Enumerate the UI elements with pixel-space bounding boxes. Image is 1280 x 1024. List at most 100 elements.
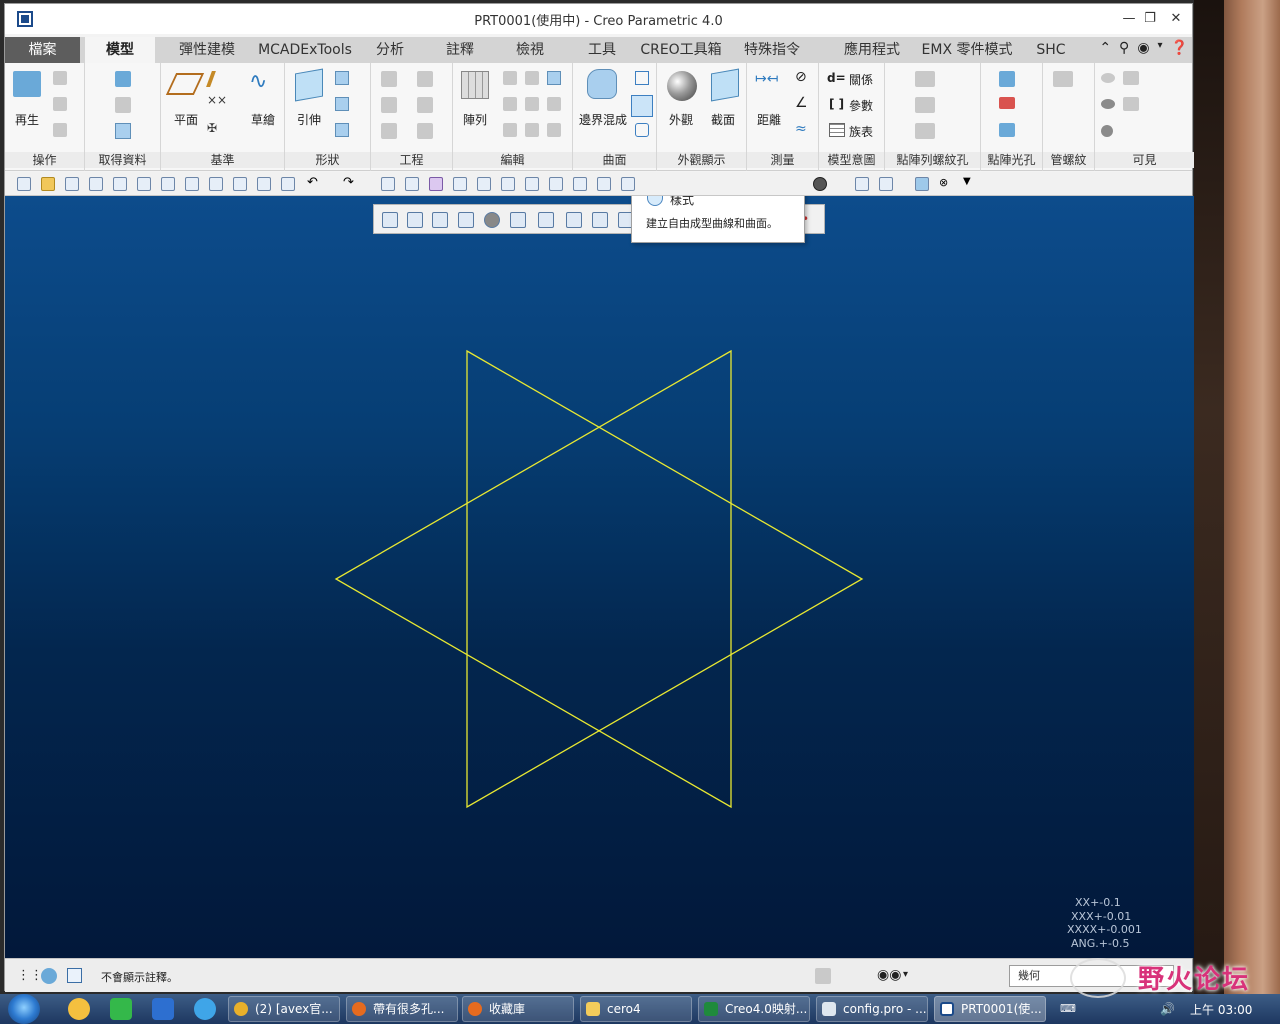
group-label-get-data[interactable]: 取得資料: [85, 152, 160, 168]
plane-button[interactable]: 平面: [174, 111, 198, 128]
close-button[interactable]: ✕: [1163, 8, 1189, 30]
axis-icon[interactable]: [206, 71, 216, 87]
group-label-measure[interactable]: 測量: [747, 152, 818, 168]
extrude-button[interactable]: 引伸: [297, 111, 321, 128]
group-label-surfaces[interactable]: 曲面: [573, 152, 656, 168]
tab-analysis[interactable]: 分析: [360, 37, 420, 63]
unhide-icon[interactable]: [1123, 97, 1139, 111]
group-label-pipe-thread[interactable]: 管螺紋: [1043, 152, 1094, 168]
extend-icon[interactable]: [503, 97, 517, 111]
print-icon[interactable]: [209, 177, 223, 191]
save-icon[interactable]: [65, 177, 79, 191]
regenerate-icon[interactable]: [13, 71, 41, 97]
chevron-down-icon[interactable]: ▾: [1158, 40, 1163, 60]
pinned-ie-icon[interactable]: [194, 998, 216, 1020]
freestyle-icon[interactable]: [635, 123, 649, 137]
window-icon[interactable]: [281, 177, 295, 191]
graph-quick-icon[interactable]: [597, 177, 611, 191]
tab-model[interactable]: 模型: [85, 37, 155, 63]
task-chrome[interactable]: (2) [avex官...: [228, 996, 340, 1022]
task-excel[interactable]: Creo4.0映射...: [698, 996, 810, 1022]
tab-tools[interactable]: 工具: [572, 37, 632, 63]
show-icon[interactable]: [1101, 73, 1115, 83]
relations-icon[interactable]: d=: [827, 71, 846, 85]
sketch-icon[interactable]: ∿: [249, 69, 267, 94]
close-window-quick-icon[interactable]: ⊗: [939, 176, 953, 190]
network-quick-icon[interactable]: [915, 177, 929, 191]
group-label-appearance[interactable]: 外觀顯示: [657, 152, 746, 168]
distance-button[interactable]: 距離: [757, 111, 781, 128]
curve-quick-icon[interactable]: [501, 177, 515, 191]
new-file-icon[interactable]: [17, 177, 31, 191]
open-file-icon[interactable]: [41, 177, 55, 191]
task-config-pro[interactable]: config.pro - ...: [816, 996, 928, 1022]
sketch-triangle-left[interactable]: [334, 349, 732, 809]
rib-icon[interactable]: [417, 123, 433, 139]
undo-icon[interactable]: ↶: [307, 175, 321, 190]
draft-icon[interactable]: [417, 71, 433, 87]
search-icon[interactable]: ⚲: [1119, 40, 1129, 60]
project-icon[interactable]: [547, 123, 561, 137]
smart-select-icon[interactable]: [815, 968, 831, 984]
tab-file[interactable]: 檔案: [5, 37, 80, 63]
view-manager-icon[interactable]: [538, 212, 554, 228]
pinned-app-icon-3[interactable]: [152, 998, 174, 1020]
saved-orientations-quick-icon[interactable]: [879, 177, 893, 191]
model-tree-toggle-icon[interactable]: ⋮⋮: [17, 968, 43, 983]
paste-icon[interactable]: [53, 97, 67, 111]
sketch-triangle-right[interactable]: [466, 349, 864, 809]
pinned-app-icon-1[interactable]: [68, 998, 90, 1020]
parameters-icon[interactable]: [ ]: [829, 97, 844, 111]
appearance-quick-icon[interactable]: [813, 177, 827, 191]
perspective-view-icon[interactable]: [566, 212, 582, 228]
mirror-quick-icon[interactable]: [429, 177, 443, 191]
zoom-in-icon[interactable]: [407, 212, 423, 228]
round-icon[interactable]: [381, 97, 397, 113]
task-explorer[interactable]: cero4: [580, 996, 692, 1022]
distance-icon[interactable]: ↦↤: [755, 71, 778, 87]
display-style-icon[interactable]: [484, 212, 500, 228]
boundary-quick-icon[interactable]: [549, 177, 563, 191]
saved-orientations-icon[interactable]: [510, 212, 526, 228]
coordinate-system-icon[interactable]: ✠: [207, 121, 217, 135]
plane-icon[interactable]: [165, 73, 205, 95]
browser-toggle-icon[interactable]: [41, 968, 57, 984]
user-defined-feature-icon[interactable]: [115, 71, 131, 87]
group-label-editing[interactable]: 編輯: [453, 152, 572, 168]
redo-icon[interactable]: ↷: [343, 175, 357, 190]
graphics-window[interactable]: • 樣式 建立自由成型曲線和曲面。 XX+-0.1 XXX+-0.01 XXXX…: [5, 196, 1194, 958]
threaded-hole-icon-3[interactable]: [915, 123, 935, 139]
erase-icon[interactable]: [161, 177, 175, 191]
offset-icon[interactable]: [525, 97, 539, 111]
family-table-icon[interactable]: [829, 123, 845, 137]
backup-icon[interactable]: [113, 177, 127, 191]
diameter-icon[interactable]: ⊘: [795, 69, 807, 85]
area-icon[interactable]: ≈: [795, 121, 807, 137]
maximize-button[interactable]: ❐: [1137, 8, 1163, 30]
help-icon[interactable]: ❓: [1171, 40, 1188, 60]
windows-activate-icon[interactable]: [405, 177, 419, 191]
group-label-engineering[interactable]: 工程: [371, 152, 452, 168]
pattern-icon[interactable]: [461, 71, 489, 99]
relations-button[interactable]: 關係: [849, 71, 873, 88]
group-label-visible[interactable]: 可見: [1095, 152, 1194, 168]
solidify-icon[interactable]: [525, 123, 539, 137]
parameters-button[interactable]: 參數: [849, 97, 873, 114]
show-layer-icon[interactable]: [1123, 71, 1139, 85]
blend-quick-icon[interactable]: [573, 177, 587, 191]
threaded-hole-icon-1[interactable]: [915, 71, 935, 87]
export-icon[interactable]: [233, 177, 247, 191]
pinned-line-icon[interactable]: [110, 998, 132, 1020]
collapse-ribbon-icon[interactable]: ⌃: [1099, 40, 1111, 60]
analysis-quick-icon[interactable]: [621, 177, 635, 191]
family-table-button[interactable]: 族表: [849, 123, 873, 140]
datum-plane-quick-icon[interactable]: [453, 177, 467, 191]
display-style-quick-icon[interactable]: [855, 177, 869, 191]
task-firefox-2[interactable]: 收藏庫: [462, 996, 574, 1022]
pipe-thread-icon[interactable]: [1053, 71, 1073, 87]
thicken-icon[interactable]: [547, 97, 561, 111]
merge-icon[interactable]: [525, 71, 539, 85]
task-firefox-1[interactable]: 帶有很多孔...: [346, 996, 458, 1022]
rename-icon[interactable]: [137, 177, 151, 191]
angle-icon[interactable]: ∠: [795, 95, 808, 111]
